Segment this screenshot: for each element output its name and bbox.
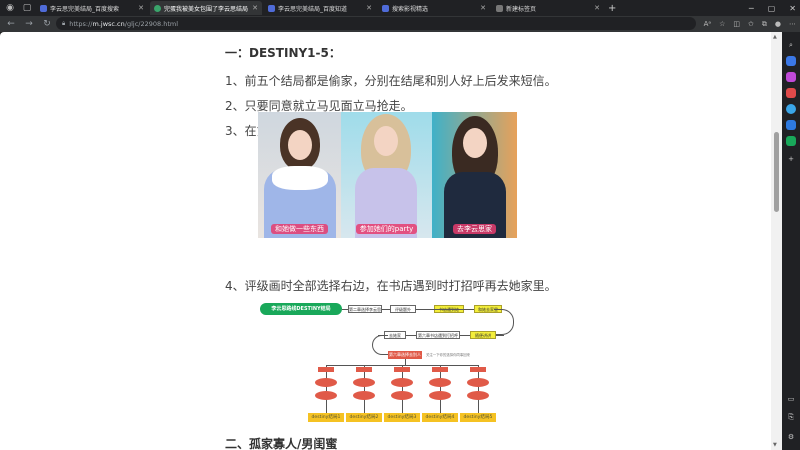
profile-avatar-icon[interactable]: ◉ (3, 1, 17, 15)
close-icon[interactable]: ✕ (366, 4, 372, 12)
caption-2: 参加她们的party (355, 224, 418, 234)
new-tab-button[interactable]: + (608, 3, 616, 14)
page-scrollbar[interactable]: ▲ ▼ (771, 32, 782, 450)
section-heading-single: 二、孤家寡人/男闺蜜 (225, 437, 338, 450)
office-icon[interactable] (786, 120, 796, 130)
search-icon[interactable]: ⌕ (786, 40, 796, 50)
tools-icon[interactable] (786, 72, 796, 82)
flow-row3-note: 关注一下你的选择你同事回来的人 (426, 352, 470, 358)
scrollbar-thumb[interactable] (774, 132, 779, 212)
scroll-down-icon[interactable]: ▼ (773, 442, 777, 448)
green-globe-icon (154, 4, 161, 12)
flow-row2-b: 第六章书店遇到打招呼 (416, 331, 460, 339)
close-icon[interactable]: ✕ (480, 4, 486, 12)
character-2-image: 参加她们的party (341, 112, 432, 238)
sidebar-layout-icon[interactable]: ▭ (786, 394, 796, 404)
paw-icon (268, 4, 275, 12)
copilot-icon[interactable] (786, 104, 796, 114)
customize-icon[interactable]: ⎘ (786, 412, 796, 422)
outlook-icon[interactable] (786, 136, 796, 146)
tab-5[interactable]: 新建标签页 ✕ (492, 1, 604, 15)
edge-sidebar: ⌕ + ▭ ⎘ ⚙ (782, 32, 800, 450)
flow-ending-5: destiny结局5 (460, 413, 496, 422)
section-heading-destiny: 一：DESTINY1-5： (225, 46, 341, 60)
profile-icon[interactable]: ● (775, 20, 781, 28)
tag-icon[interactable] (786, 56, 796, 66)
browser-toolbar: ← → ↻ 🔒︎ https://m.jwsc.cn/gljc/22908.ht… (0, 16, 800, 32)
flow-row3: 第六章选择去别人 (388, 351, 422, 359)
forward-icon[interactable]: → (22, 19, 36, 29)
maximize-icon[interactable]: ▢ (768, 4, 776, 13)
lock-icon[interactable]: 🔒︎ (62, 20, 65, 28)
settings-gear-icon[interactable]: ⚙ (786, 432, 796, 442)
close-icon[interactable]: ✕ (252, 4, 258, 12)
page-icon (496, 4, 503, 12)
character-1-image: 和她做一些东西 (258, 112, 341, 238)
games-icon[interactable] (786, 88, 796, 98)
reload-icon[interactable]: ↻ (40, 19, 54, 29)
close-icon[interactable]: ✕ (138, 4, 144, 12)
close-icon[interactable]: ✕ (594, 4, 600, 12)
back-icon[interactable]: ← (4, 19, 18, 29)
more-menu-icon[interactable]: ⋯ (789, 20, 796, 28)
flow-ending-3: destiny结局3 (384, 413, 420, 422)
step-1-text: 1、前五个结局都是偷家，分别在结尾和别人好上后发来短信。 (225, 74, 557, 88)
caption-3: 去李云思家 (453, 224, 496, 234)
flow-ending-1: destiny结局1 (308, 413, 344, 422)
favorites-icon[interactable]: ✩ (748, 20, 754, 28)
destiny-flowchart: 李云思路线DESTINY结局 第二章选择李云思家 评级题外 书店遇到她 和她去家… (258, 267, 518, 422)
favorite-star-icon[interactable]: ☆ (719, 20, 725, 28)
tab-1[interactable]: 李云思完美结局_百度搜索 ✕ (36, 1, 148, 15)
flow-ending-4: destiny结局4 (422, 413, 458, 422)
tab-4[interactable]: 搜索影视精选 ✕ (378, 1, 490, 15)
close-window-icon[interactable]: ✕ (789, 4, 796, 13)
collections-icon[interactable]: ⧉ (762, 20, 767, 29)
character-photo: 和她做一些东西 参加她们的party 去李云思家 (258, 112, 517, 238)
flow-start: 李云思路线DESTINY结局 (260, 303, 342, 315)
paw-icon (382, 4, 389, 12)
scroll-up-icon[interactable]: ▲ (773, 34, 777, 40)
address-bar[interactable]: 🔒︎ https://m.jwsc.cn/gljc/22908.html (56, 17, 696, 30)
minimize-icon[interactable]: ─ (749, 4, 754, 13)
paw-icon (40, 4, 47, 12)
split-screen-icon[interactable]: ◫ (733, 20, 740, 28)
tab-3[interactable]: 李云思完美结局_百度知道 ✕ (264, 1, 376, 15)
tab-actions-icon[interactable]: ▢ (20, 1, 34, 15)
flow-row2-c: 随便讲讲 (470, 331, 496, 339)
caption-1: 和她做一些东西 (271, 224, 328, 234)
tab-2[interactable]: 完蛋我被美女包围了李云思结局 ✕ (150, 1, 262, 15)
flow-ending-2: destiny结局2 (346, 413, 382, 422)
add-icon[interactable]: + (786, 154, 796, 164)
read-aloud-icon[interactable]: Aᵃ (704, 20, 712, 28)
flow-row1-a: 第二章选择李云思家 (348, 305, 382, 313)
flow-row1-b: 评级题外 (390, 305, 416, 313)
tab-strip: ◉ ▢ 李云思完美结局_百度搜索 ✕ 完蛋我被美女包围了李云思结局 ✕ 李云思完美结… (0, 0, 800, 16)
character-3-image: 去李云思家 (432, 112, 517, 238)
